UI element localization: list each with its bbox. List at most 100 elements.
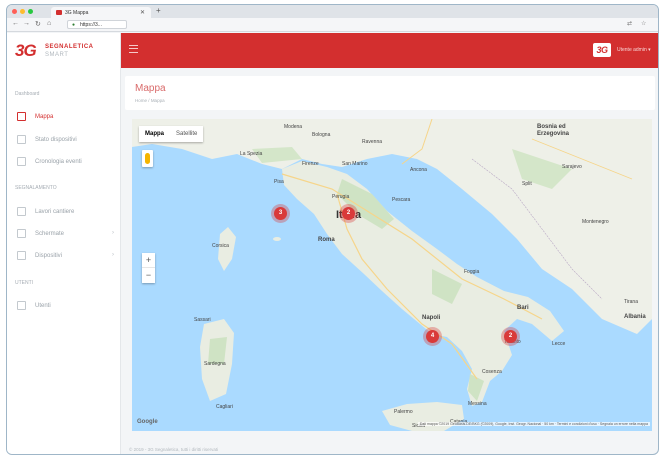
place-label: Sassari (194, 317, 211, 323)
browser-tab[interactable]: 3G Mappa ✕ (51, 7, 151, 18)
map-cluster-marker[interactable]: 2 (504, 330, 517, 343)
place-label: Roma (318, 237, 335, 243)
page-header: Mappa Home / Mappa (125, 76, 655, 110)
sidebar-item-label: Utenti (35, 303, 51, 309)
sidebar-item-cronologia-eventi[interactable]: Cronologia eventi (7, 153, 120, 171)
address-bar: ← → ↻ ⌂ ● https://3... ⇄ ☆ (7, 18, 658, 32)
place-label: Split (522, 181, 532, 187)
place-label: Bari (517, 305, 529, 311)
sidebar-item-label: Dispositivi (35, 253, 63, 259)
chevron-right-icon: › (112, 230, 114, 236)
sidebar-item-label: Lavori cantiere (35, 209, 75, 215)
map-cluster-marker[interactable]: 2 (342, 207, 355, 220)
sidebar-item-label: Schermate (35, 231, 65, 237)
breadcrumb: Home / Mappa (135, 98, 165, 103)
place-label: Cagliari (216, 404, 233, 410)
browser-window: 3G Mappa ✕ + ← → ↻ ⌂ ● https://3... ⇄ ☆ … (6, 4, 659, 455)
breadcrumb-home[interactable]: Home (135, 98, 147, 103)
map-canvas[interactable]: MappaSatellite + − Italia Modena Bologna… (132, 119, 652, 431)
logo-mark: 3G (15, 41, 37, 60)
place-label: Montenegro (582, 219, 609, 225)
calendar-icon (17, 157, 26, 166)
place-label: Palermo (394, 409, 413, 415)
close-tab-icon[interactable]: ✕ (140, 9, 145, 16)
place-label: Napoli (422, 315, 441, 321)
translate-icon[interactable]: ⇄ (627, 20, 632, 27)
bookmark-star-icon[interactable]: ☆ (641, 20, 646, 27)
place-label: San Marino (342, 161, 368, 167)
zoom-out-button[interactable]: − (142, 268, 155, 283)
sidebar-item-stato-dispositivi[interactable]: Stato dispositivi (7, 131, 120, 149)
url-field[interactable]: ● https://3... (67, 20, 127, 29)
minimize-window-icon[interactable] (20, 9, 25, 14)
construction-icon (17, 207, 26, 216)
menu-toggle-icon[interactable] (129, 45, 138, 53)
breadcrumb-current: Mappa (150, 98, 165, 103)
top-bar: 3G Utente admin ▾ (121, 33, 658, 68)
maximize-window-icon[interactable] (28, 9, 33, 14)
sidebar-item-mappa[interactable]: Mappa (7, 108, 120, 126)
sidebar-item-label: Mappa (35, 114, 54, 120)
sidebar-item-schermate[interactable]: Schermate › (7, 225, 120, 243)
forward-icon[interactable]: → (23, 20, 30, 27)
close-window-icon[interactable] (12, 9, 17, 14)
footer-text: © 2019 - 3G Segnaletica, tutti i diritti… (129, 447, 219, 452)
device-icon (17, 251, 26, 260)
zoom-in-button[interactable]: + (142, 253, 155, 268)
section-dashboard: Dashboard (15, 91, 40, 97)
google-logo: Google (137, 419, 158, 425)
sidebar-item-label: Cronologia eventi (35, 159, 82, 165)
lock-icon: ● (72, 22, 76, 28)
place-label: Perugia (332, 194, 350, 200)
map-type-map-button[interactable]: Mappa (139, 126, 170, 142)
browser-tab-bar: 3G Mappa ✕ + (7, 5, 658, 18)
section-utenti: UTENTI (15, 280, 34, 286)
place-label: Corsica (212, 243, 229, 249)
map-type-satellite-button[interactable]: Satellite (170, 126, 203, 142)
sidebar-item-dispositivi[interactable]: Dispositivi › (7, 247, 120, 265)
back-icon[interactable]: ← (12, 20, 19, 27)
place-label: Bologna (312, 132, 331, 138)
user-name: Utente admin (617, 47, 647, 53)
home-icon[interactable]: ⌂ (47, 20, 51, 27)
user-menu[interactable]: Utente admin ▾ (617, 47, 651, 53)
place-label: Cosenza (482, 369, 502, 375)
place-label: Lecce (552, 341, 566, 347)
zoom-control: + − (142, 253, 155, 283)
logo-brand: SEGNALETICA (45, 44, 94, 50)
place-label: Albania (624, 314, 646, 320)
place-label: Ancona (410, 167, 427, 173)
footer: © 2019 - 3G Segnaletica, tutti i diritti… (129, 447, 218, 452)
chevron-right-icon: › (112, 252, 114, 258)
device-status-icon (17, 135, 26, 144)
users-icon (17, 301, 26, 310)
street-view-pegman-icon[interactable] (142, 150, 153, 167)
map-icon (17, 112, 26, 121)
place-label: Modena (284, 124, 303, 130)
user-logo[interactable]: 3G (593, 43, 611, 57)
map-cluster-marker[interactable]: 4 (426, 330, 439, 343)
place-label: Firenze (302, 161, 319, 167)
place-label: Pisa (274, 179, 284, 185)
screen-icon (17, 229, 26, 238)
map-cluster-marker[interactable]: 3 (274, 207, 287, 220)
sidebar: 3G SEGNALETICA SMART Dashboard Mappa Sta… (7, 33, 121, 454)
breadcrumb-separator: / (148, 98, 150, 103)
place-label: Messina (468, 401, 487, 407)
place-label: Pescara (392, 197, 411, 203)
map-attribution[interactable]: Dati mappa ©2019 GeoBasis-DE/BKG (©2009)… (417, 422, 650, 426)
place-label: La Spezia (240, 151, 263, 157)
sidebar-item-utenti[interactable]: Utenti (7, 297, 120, 315)
new-tab-icon[interactable]: + (156, 6, 161, 15)
page-title: Mappa (135, 83, 166, 94)
logo-sub: SMART (45, 52, 69, 58)
reload-icon[interactable]: ↻ (35, 20, 41, 28)
url-text: https://3... (80, 22, 102, 28)
place-label: Tirana (624, 299, 638, 305)
favicon-icon (56, 10, 62, 15)
section-segnalamento: SEGNALAMENTO (15, 185, 57, 191)
place-label: Foggia (464, 269, 480, 275)
place-label: Sarajevo (562, 164, 582, 170)
sidebar-item-lavori-cantiere[interactable]: Lavori cantiere (7, 203, 120, 221)
place-label: Sardegna (204, 361, 226, 367)
